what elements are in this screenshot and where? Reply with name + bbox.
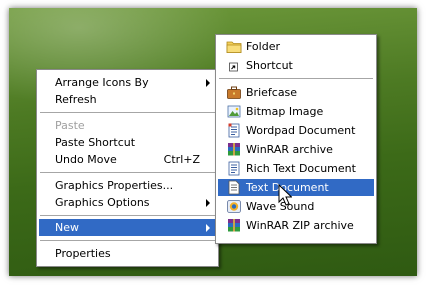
menu-item-new[interactable]: New [39,219,216,236]
wordpad-icon [226,123,242,138]
submenu-item-label: Folder [246,40,280,53]
submenu-arrow-icon [206,199,210,207]
submenu-item-label: WinRAR ZIP archive [246,219,354,232]
text-document-icon [226,180,242,195]
submenu-item-label: Briefcase [246,86,298,99]
menu-item-label: Arrange Icons By [55,76,149,89]
menu-item-label: Paste Shortcut [55,136,136,149]
winrar-zip-icon [226,218,242,233]
new-submenu: Folder Shortcut Briefcase Bitmap Image W… [215,34,377,244]
wave-sound-icon [226,199,242,214]
menu-item-paste-shortcut[interactable]: Paste Shortcut [39,134,216,151]
menu-item-graphics-options[interactable]: Graphics Options [39,194,216,211]
submenu-item-label: Wordpad Document [246,124,356,137]
winrar-icon [226,142,242,157]
menu-item-label: Undo Move [55,153,117,166]
menu-item-properties[interactable]: Properties [39,245,216,262]
shortcut-icon [226,58,242,73]
submenu-item-wave-sound[interactable]: Wave Sound [218,198,374,215]
folder-icon [226,39,242,54]
menu-item-label: Paste [55,119,85,132]
submenu-arrow-icon [206,79,210,87]
menu-item-arrange-icons-by[interactable]: Arrange Icons By [39,74,216,91]
menu-separator [40,240,215,241]
submenu-item-text-document[interactable]: Text Document [218,179,374,196]
briefcase-icon [226,85,242,100]
submenu-item-bitmap-image[interactable]: Bitmap Image [218,103,374,120]
menu-item-refresh[interactable]: Refresh [39,91,216,108]
submenu-item-label: WinRAR archive [246,143,333,156]
menu-item-undo-move[interactable]: Undo Move Ctrl+Z [39,151,216,168]
menu-separator [40,112,215,113]
menu-item-label: Graphics Options [55,196,150,209]
menu-item-label: Refresh [55,93,97,106]
submenu-item-winrar-archive[interactable]: WinRAR archive [218,141,374,158]
submenu-item-rich-text-document[interactable]: Rich Text Document [218,160,374,177]
submenu-item-label: Shortcut [246,59,293,72]
desktop-context-menu: Arrange Icons By Refresh Paste Paste Sho… [36,69,219,267]
submenu-item-folder[interactable]: Folder [218,38,374,55]
menu-item-label: New [55,221,79,234]
submenu-item-wordpad-document[interactable]: Wordpad Document [218,122,374,139]
submenu-item-label: Rich Text Document [246,162,356,175]
menu-item-label: Properties [55,247,111,260]
bitmap-icon [226,104,242,119]
menu-separator [40,172,215,173]
submenu-item-winrar-zip-archive[interactable]: WinRAR ZIP archive [218,217,374,234]
menu-item-paste: Paste [39,117,216,134]
submenu-item-briefcase[interactable]: Briefcase [218,84,374,101]
submenu-arrow-icon [206,224,210,232]
menu-separator [219,78,373,79]
menu-separator [40,215,215,216]
submenu-item-label: Bitmap Image [246,105,324,118]
submenu-item-shortcut[interactable]: Shortcut [218,57,374,74]
menu-item-label: Graphics Properties... [55,179,174,192]
mouse-pointer-icon [278,183,293,206]
menu-item-shortcut: Ctrl+Z [163,153,200,166]
rtf-icon [226,161,242,176]
menu-item-graphics-properties[interactable]: Graphics Properties... [39,177,216,194]
